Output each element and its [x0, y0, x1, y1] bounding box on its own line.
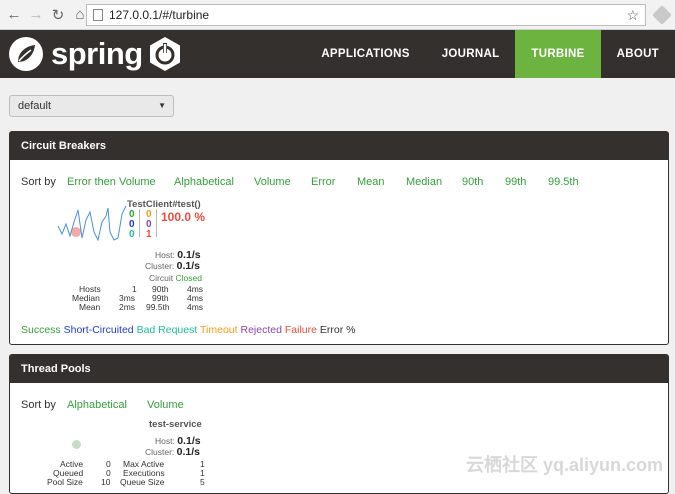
- queue-size-value: 5: [200, 477, 205, 487]
- pool-health-circle: [72, 440, 81, 449]
- bookmark-star-icon[interactable]: ☆: [626, 7, 639, 24]
- cluster-select[interactable]: default ▼: [9, 95, 174, 117]
- sort-error[interactable]: Error: [311, 176, 335, 188]
- sort-error-then-volume[interactable]: Error then Volume: [67, 176, 156, 188]
- spring-leaf-icon: [9, 37, 43, 71]
- circuit-status: Circuit Closed: [149, 273, 202, 283]
- cluster-rate: Cluster: 0.1/s: [145, 260, 200, 272]
- sort-volume[interactable]: Volume: [254, 176, 291, 188]
- pool-size-value: 10: [101, 477, 110, 487]
- legend-bad-request: Bad Request: [137, 324, 198, 336]
- legend-error-pct: Error %: [320, 324, 356, 336]
- sort-99th[interactable]: 99th: [505, 176, 526, 188]
- legend-failure: Failure: [285, 324, 317, 336]
- address-bar[interactable]: 127.0.0.1/#/turbine ☆: [86, 4, 646, 26]
- sort-label: Sort by: [21, 176, 56, 188]
- error-percentage: 100.0 %: [161, 210, 205, 224]
- pool-size-label: Pool Size: [47, 477, 83, 487]
- sparkline-chart: [56, 202, 128, 242]
- url-text: 127.0.0.1/#/turbine: [109, 8, 209, 22]
- pool-name: test-service: [149, 419, 202, 430]
- sort-row: Sort by Alphabetical Volume: [10, 399, 668, 415]
- legend-short-circuited: Short-Circuited: [64, 324, 134, 336]
- top-navbar: spring APPLICATIONS JOURNAL TURBINE ABOU…: [0, 30, 675, 78]
- main-nav: APPLICATIONS JOURNAL TURBINE ABOUT: [305, 30, 675, 78]
- forward-arrow-icon[interactable]: →: [26, 5, 46, 25]
- browser-toolbar: ← → ↻ ⌂ 127.0.0.1/#/turbine ☆: [0, 0, 675, 30]
- sort-row: Sort by Error then Volume Alphabetical V…: [10, 176, 668, 192]
- sort-alphabetical[interactable]: Alphabetical: [174, 176, 234, 188]
- legend-timeout: Timeout: [200, 324, 238, 336]
- count-divider-2: [156, 209, 157, 237]
- sort-mean[interactable]: Mean: [357, 176, 385, 188]
- cluster-select-value: default: [18, 100, 51, 112]
- chevron-down-icon: ▼: [158, 101, 166, 110]
- brand-name: spring: [51, 36, 143, 72]
- back-arrow-icon[interactable]: ←: [4, 5, 24, 25]
- panel-title: Circuit Breakers: [10, 132, 668, 160]
- p995-label: 99.5th: [146, 302, 170, 312]
- sort-volume[interactable]: Volume: [147, 399, 184, 411]
- status-legend: Success Short-Circuited Bad Request Time…: [21, 324, 355, 336]
- circuit-breakers-panel: Circuit Breakers Sort by Error then Volu…: [9, 131, 669, 345]
- spring-logo[interactable]: spring: [9, 36, 143, 72]
- queue-size-label: Queue Size: [120, 477, 164, 487]
- count-failure: 1: [146, 229, 152, 240]
- sort-99-5th[interactable]: 99.5th: [548, 176, 579, 188]
- p995-value: 4ms: [187, 302, 203, 312]
- watermark: 云栖社区 yq.aliyun.com: [466, 451, 663, 477]
- sort-90th[interactable]: 90th: [462, 176, 483, 188]
- nav-item-applications[interactable]: APPLICATIONS: [305, 30, 425, 78]
- nav-item-journal[interactable]: JOURNAL: [426, 30, 516, 78]
- power-icon: [147, 36, 183, 72]
- panel-title: Thread Pools: [10, 355, 668, 383]
- page-icon: [93, 9, 103, 21]
- count-bad-request: 0: [129, 229, 135, 240]
- nav-item-turbine[interactable]: TURBINE: [515, 30, 600, 78]
- nav-item-about[interactable]: ABOUT: [601, 30, 675, 78]
- pool-cluster-rate: Cluster: 0.1/s: [145, 446, 200, 458]
- extension-icon[interactable]: [652, 5, 672, 25]
- legend-rejected: Rejected: [240, 324, 281, 336]
- sort-alphabetical[interactable]: Alphabetical: [67, 399, 127, 411]
- mean-label: Mean: [79, 302, 100, 312]
- count-divider: [139, 209, 140, 237]
- mean-value: 2ms: [119, 302, 135, 312]
- legend-success: Success: [21, 324, 61, 336]
- sort-median[interactable]: Median: [406, 176, 442, 188]
- sort-label: Sort by: [21, 399, 56, 411]
- reload-icon[interactable]: ↻: [48, 5, 68, 25]
- rate-line: [58, 206, 126, 240]
